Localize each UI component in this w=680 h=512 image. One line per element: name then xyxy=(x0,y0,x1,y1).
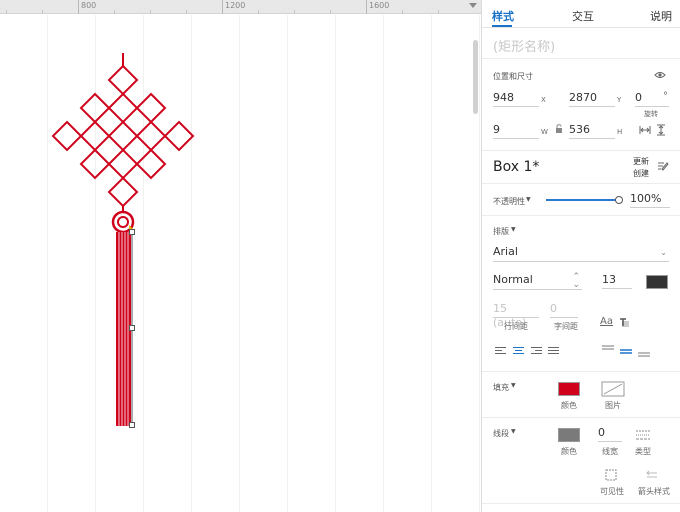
edit-style-icon[interactable] xyxy=(657,161,669,172)
selection-handle-middle xyxy=(129,325,135,331)
knot-tassel xyxy=(116,232,131,426)
border-chevron-icon[interactable]: ▼ xyxy=(511,428,516,435)
arrow-style-label: 箭头样式 xyxy=(638,487,670,496)
border-visibility-label: 可见性 xyxy=(600,487,624,496)
font-size-field[interactable]: 13 xyxy=(602,273,632,289)
align-left-icon[interactable] xyxy=(495,347,506,356)
text-shadow-icon[interactable] xyxy=(619,318,630,328)
x-field[interactable]: 948 xyxy=(493,91,539,107)
width-field[interactable]: 9 xyxy=(493,123,539,139)
y-field[interactable]: 2870 xyxy=(569,91,615,107)
fit-width-icon[interactable] xyxy=(639,125,651,135)
border-width-label: 线宽 xyxy=(602,447,618,456)
h-unit: H xyxy=(617,128,623,136)
selection-handle-top xyxy=(129,229,135,235)
inspector-tabs: 样式 交互 说明 xyxy=(482,0,680,28)
update-label: 更新 xyxy=(633,157,649,166)
typography-label: 排版 xyxy=(493,227,509,236)
active-tab-indicator xyxy=(492,25,512,27)
text-case-icon[interactable]: Aa xyxy=(600,316,613,327)
position-size-label: 位置和尺寸 xyxy=(493,72,533,81)
fill-color-swatch xyxy=(558,382,580,396)
design-canvas[interactable]: 800 1200 1600 xyxy=(0,0,481,512)
valign-middle-icon[interactable] xyxy=(620,345,632,357)
align-justify-icon[interactable] xyxy=(548,347,559,356)
eye-icon[interactable] xyxy=(654,71,666,79)
opacity-slider-knob[interactable] xyxy=(615,196,623,204)
knot-lattice xyxy=(51,64,195,208)
fill-label: 填充 xyxy=(493,383,509,392)
opacity-label: 不透明性 xyxy=(493,197,525,206)
rotation-label: 旋转 xyxy=(644,110,658,118)
degree-unit: ° xyxy=(663,91,668,102)
char-spacing-field[interactable]: 0 xyxy=(550,302,578,318)
text-color-button[interactable] xyxy=(645,274,669,290)
font-family-value: Arial xyxy=(493,245,518,258)
fill-image-label: 图片 xyxy=(605,401,621,410)
fill-color-label: 颜色 xyxy=(561,401,577,410)
border-type-label: 类型 xyxy=(635,447,651,456)
border-visibility-icon[interactable] xyxy=(605,469,617,481)
chinese-knot-drawing[interactable] xyxy=(0,0,481,512)
update-create-button[interactable]: 更新 创建 xyxy=(633,156,649,180)
font-weight-value: Normal xyxy=(493,273,533,286)
x-unit: X xyxy=(541,96,546,104)
line-height-field[interactable]: 15 (auto) xyxy=(493,302,539,329)
line-height-label: 行间距 xyxy=(504,322,528,331)
fill-image-icon[interactable] xyxy=(601,381,625,397)
opacity-slider-track[interactable] xyxy=(546,199,619,201)
text-color-swatch xyxy=(646,275,668,289)
align-center-icon[interactable] xyxy=(513,347,524,356)
opacity-chevron-icon[interactable]: ▼ xyxy=(526,196,531,203)
border-color-swatch xyxy=(558,428,580,442)
border-type-icon[interactable] xyxy=(636,429,650,441)
tab-notes[interactable]: 说明 xyxy=(650,8,672,24)
typography-chevron-icon[interactable]: ▼ xyxy=(511,226,516,233)
font-family-select[interactable]: Arial ⌄ xyxy=(493,245,669,262)
opacity-field[interactable]: 100% xyxy=(630,192,670,208)
y-unit: Y xyxy=(617,96,622,104)
up-down-chevron-icon: ⌃ ⌄ xyxy=(572,272,580,290)
arrow-style-icon[interactable] xyxy=(646,470,658,480)
create-label: 创建 xyxy=(633,169,649,178)
chevron-down-icon: ⌄ xyxy=(660,248,667,257)
char-spacing-label: 字间距 xyxy=(554,322,578,331)
border-color-label: 颜色 xyxy=(561,447,577,456)
fill-color-button[interactable] xyxy=(557,381,581,397)
selection-handle-bottom xyxy=(129,422,135,428)
tab-style[interactable]: 样式 xyxy=(492,8,514,24)
font-weight-select[interactable]: Normal ⌃ ⌄ xyxy=(493,273,582,290)
fit-height-icon[interactable] xyxy=(656,124,666,136)
inspector-panel: 样式 交互 说明 (矩形名称) 位置和尺寸 948 X 2870 Y 0 ° 旋… xyxy=(481,0,680,512)
style-name[interactable]: Box 1* xyxy=(493,159,539,175)
height-field[interactable]: 536 xyxy=(569,123,615,139)
fill-chevron-icon[interactable]: ▼ xyxy=(511,382,516,389)
align-right-icon[interactable] xyxy=(531,347,542,356)
lock-icon[interactable] xyxy=(555,124,563,134)
tab-interaction[interactable]: 交互 xyxy=(572,8,594,24)
valign-bottom-icon[interactable] xyxy=(638,345,650,357)
knot-ring-inner xyxy=(117,216,129,228)
border-width-field[interactable]: 0 xyxy=(598,426,622,442)
valign-top-icon[interactable] xyxy=(602,345,614,357)
shape-name-input[interactable]: (矩形名称) xyxy=(493,36,555,55)
w-unit: W xyxy=(541,128,548,136)
border-label: 线段 xyxy=(493,429,509,438)
border-color-button[interactable] xyxy=(557,427,581,443)
